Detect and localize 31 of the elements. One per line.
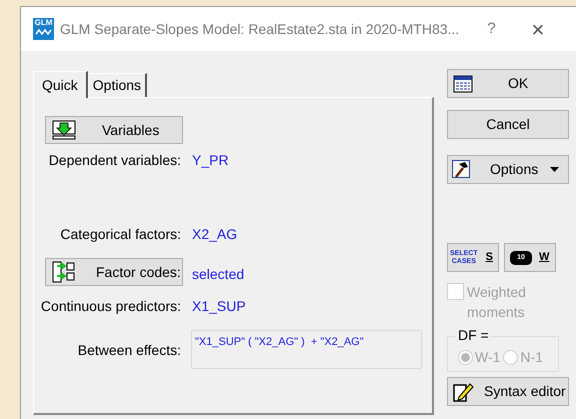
field-value: X2_AG xyxy=(192,225,238,244)
field-label: Between effects: xyxy=(76,341,181,360)
syntax-editor-button[interactable]: Syntax editor xyxy=(447,377,569,406)
radio-label: N-1 xyxy=(520,348,543,367)
radio-label: W-1 xyxy=(475,348,500,367)
field-value: selected xyxy=(192,265,244,284)
effects-text-box: "X1_SUP" ( "X2_AG" ) + "X2_AG" xyxy=(191,330,422,369)
spreadsheet-icon xyxy=(453,74,473,92)
tab[interactable]: Quick xyxy=(33,71,88,98)
factor-codes-button[interactable]: Factor codes: xyxy=(45,258,183,286)
pencil-note-icon xyxy=(452,380,474,402)
caret-down-icon xyxy=(550,166,560,172)
group-legend: DF = xyxy=(456,327,491,343)
window-title: GLM Separate-Slopes Model: RealEstate2.sta in 2020-MTH83... xyxy=(60,20,460,39)
help-button[interactable]: ? xyxy=(487,18,496,40)
field-value: X1_SUP xyxy=(192,297,246,316)
variables-button[interactable]: Variables xyxy=(45,116,183,144)
app-logo-icon: GLM xyxy=(33,18,54,40)
arrows-grid-icon xyxy=(52,261,76,283)
field-label: Dependent variables: xyxy=(48,151,181,170)
field-label: Continuous predictors: xyxy=(40,297,181,316)
cancel-button[interactable]: Cancel xyxy=(447,110,569,139)
download-arrow-icon xyxy=(52,120,76,140)
options-dropdown-button[interactable]: Options xyxy=(447,155,569,184)
ok-button[interactable]: OK xyxy=(447,69,569,98)
close-button[interactable]: × xyxy=(532,12,544,46)
hammer-icon xyxy=(452,160,470,180)
field-label: Categorical factors: xyxy=(59,225,181,244)
checkbox-label: Weighted moments xyxy=(467,283,527,322)
tab[interactable]: Options xyxy=(88,73,148,97)
field-value: Y_PR xyxy=(192,151,229,170)
